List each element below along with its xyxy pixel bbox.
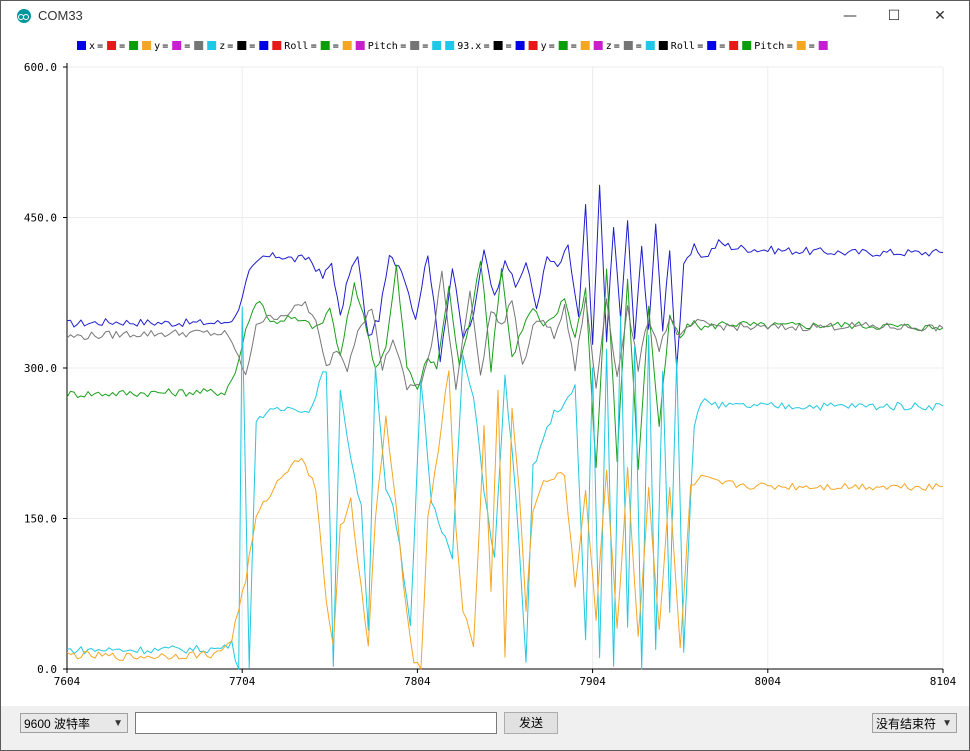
legend-separator: = — [787, 41, 793, 52]
legend-swatch — [580, 41, 590, 50]
serial-plotter-window: COM33 — ☐ ✕ x = = y = = z = = Roll = = Pitch = = 93.x = =… — [0, 0, 970, 751]
legend-swatch — [528, 41, 538, 50]
legend-separator: = — [549, 41, 555, 52]
legend-separator: = — [162, 41, 168, 52]
legend-separator: = — [506, 41, 512, 52]
legend-swatch — [342, 41, 352, 50]
legend-label: x — [89, 41, 95, 52]
legend-label: Pitch — [754, 41, 784, 52]
legend-label: y — [541, 41, 547, 52]
legend-swatch — [493, 41, 503, 50]
baud-rate-select[interactable]: 9600 波特率 ▼ — [20, 713, 128, 733]
series-lines — [66, 184, 944, 670]
legend-swatch — [77, 41, 86, 50]
y-tick-label: 450.0 — [24, 212, 57, 225]
send-input[interactable] — [135, 712, 497, 734]
x-tick-label: 8004 — [755, 675, 782, 688]
legend-swatch — [796, 41, 806, 50]
legend: x = = y = = z = = Roll = = Pitch = = 93.x = = y = = z = = Roll = =… — [77, 41, 828, 52]
legend-swatch — [729, 41, 739, 50]
title-bar: COM33 — ☐ ✕ — [1, 1, 969, 31]
y-tick-label: 600.0 — [24, 61, 57, 74]
legend-separator: = — [400, 41, 406, 52]
legend-separator: = — [697, 41, 703, 52]
window-title: COM33 — [38, 8, 83, 23]
legend-separator: = — [311, 41, 317, 52]
series-line-2 — [66, 270, 944, 391]
grid — [66, 66, 944, 670]
legend-swatch — [259, 41, 269, 50]
series-line-3 — [66, 306, 944, 670]
legend-separator: = — [719, 41, 725, 52]
legend-swatch — [707, 41, 717, 50]
legend-swatch — [410, 41, 420, 50]
maximize-button[interactable]: ☐ — [871, 1, 917, 31]
legend-separator: = — [571, 41, 577, 52]
legend-separator: = — [184, 41, 190, 52]
legend-label: y — [154, 41, 160, 52]
legend-separator: = — [484, 41, 490, 52]
series-line-4 — [66, 370, 944, 670]
x-tick-label: 7804 — [404, 675, 431, 688]
legend-separator: = — [119, 41, 125, 52]
legend-swatch — [593, 41, 603, 50]
legend-swatch — [445, 41, 455, 50]
legend-swatch — [142, 41, 152, 50]
y-tick-label: 300.0 — [24, 362, 57, 375]
legend-swatch — [272, 41, 282, 50]
legend-label: Pitch — [368, 41, 398, 52]
legend-swatch — [818, 41, 828, 50]
legend-swatch — [129, 41, 139, 50]
legend-swatch — [432, 41, 442, 50]
legend-swatch — [207, 41, 217, 50]
legend-swatch — [107, 41, 117, 50]
legend-label: Roll — [671, 41, 695, 52]
x-tick-label: 7604 — [54, 675, 81, 688]
legend-label: z — [219, 41, 225, 52]
plotter-chart: x = = y = = z = = Roll = = Pitch = = 93.x = = y = = z = = Roll = =… — [24, 41, 957, 688]
legend-separator: = — [333, 41, 339, 52]
legend-separator: = — [614, 41, 620, 52]
legend-swatch — [623, 41, 633, 50]
send-button[interactable]: 发送 — [504, 712, 558, 734]
legend-swatch — [558, 41, 568, 50]
close-button[interactable]: ✕ — [917, 1, 963, 31]
line-ending-select[interactable]: 没有结束符 ▼ — [872, 713, 957, 733]
x-tick-label: 7704 — [229, 675, 256, 688]
legend-swatch — [645, 41, 655, 50]
legend-swatch — [355, 41, 365, 50]
bottom-toolbar: 9600 波特率 ▼ 发送 没有结束符 ▼ — [1, 706, 969, 750]
legend-swatch — [320, 41, 330, 50]
baud-rate-value: 9600 波特率 — [24, 717, 91, 731]
legend-label: 93.x — [457, 41, 481, 52]
line-ending-value: 没有结束符 — [876, 717, 937, 731]
legend-swatch — [658, 41, 668, 50]
legend-separator: = — [227, 41, 233, 52]
legend-swatch — [237, 41, 247, 50]
legend-separator: = — [636, 41, 642, 52]
plot-area: x = = y = = z = = Roll = = Pitch = = 93.x = = y = = z = = Roll = =… — [11, 31, 959, 704]
legend-separator: = — [809, 41, 815, 52]
series-line-1 — [66, 260, 944, 470]
legend-separator: = — [97, 41, 103, 52]
legend-swatch — [742, 41, 752, 50]
chevron-down-icon: ▼ — [113, 718, 123, 729]
series-line-0 — [66, 184, 944, 369]
legend-swatch — [172, 41, 182, 50]
legend-separator: = — [249, 41, 255, 52]
y-tick-label: 150.0 — [24, 513, 57, 526]
legend-swatch — [515, 41, 525, 50]
minimize-button[interactable]: — — [827, 1, 873, 31]
legend-separator: = — [422, 41, 428, 52]
chevron-down-icon: ▼ — [942, 718, 952, 729]
legend-label: z — [606, 41, 612, 52]
legend-swatch — [194, 41, 204, 50]
x-tick-label: 7904 — [579, 675, 606, 688]
axes: 0.0150.0300.0450.0600.07604 7704 7804 7904 8… — [24, 61, 957, 688]
legend-label: Roll — [284, 41, 308, 52]
x-tick-label: 8104 — [930, 675, 957, 688]
arduino-logo-icon — [17, 9, 31, 23]
